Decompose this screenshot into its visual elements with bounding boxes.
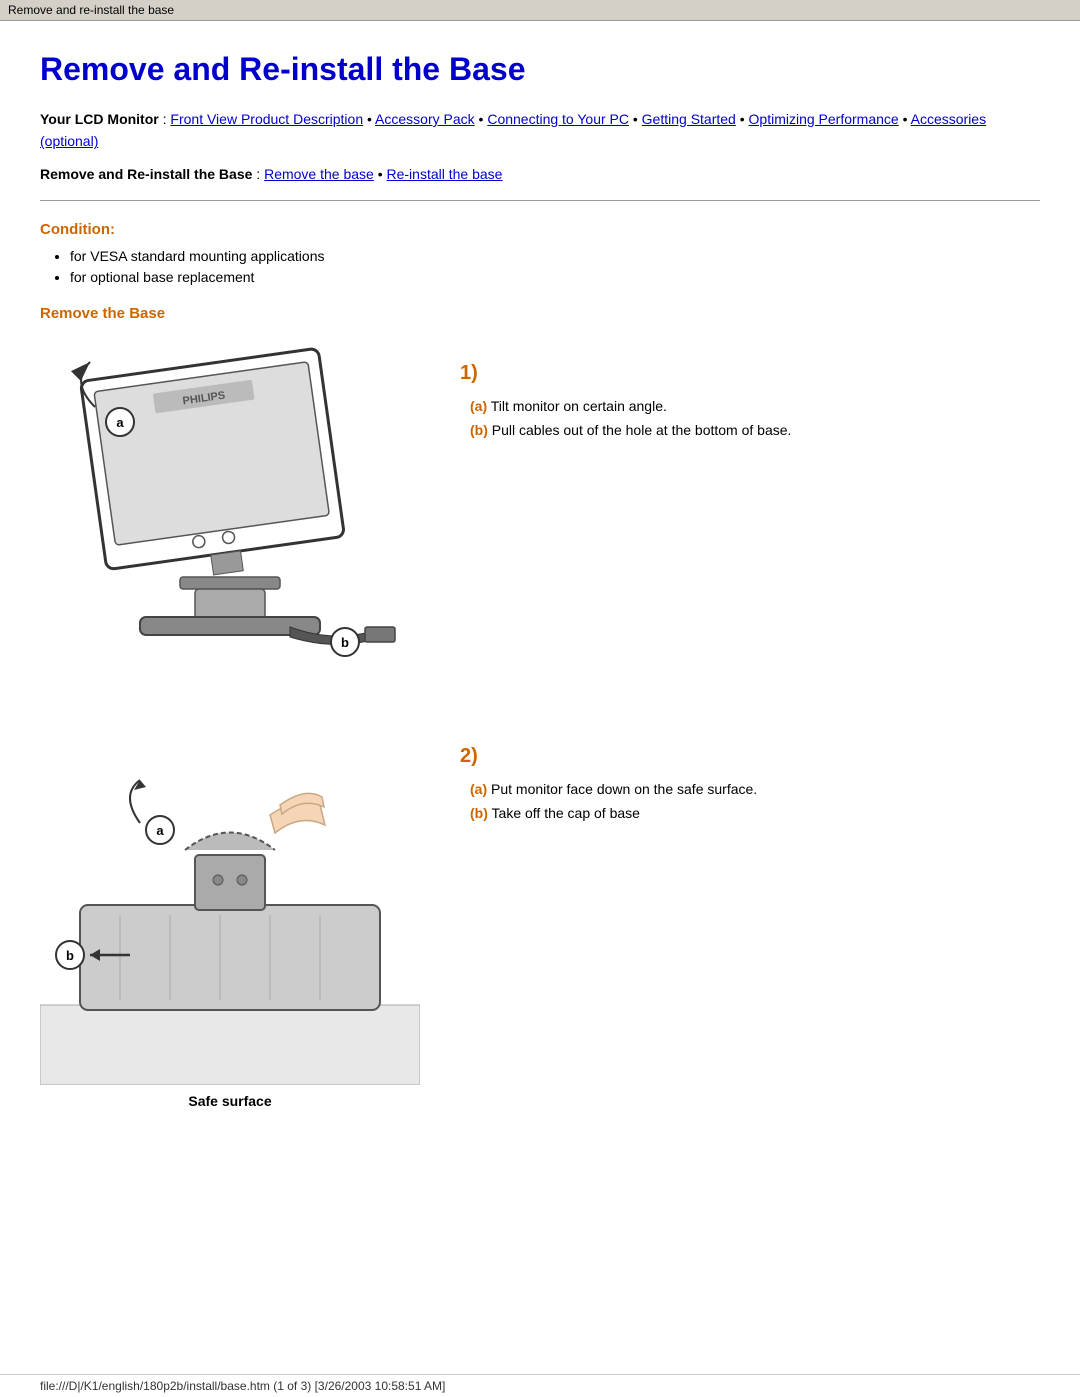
breadcrumb-link-accessory[interactable]: Accessory Pack [375,111,475,127]
horizontal-rule [40,200,1040,201]
section-link-remove[interactable]: Remove the base [264,166,374,182]
step-1-label-a: (a) [470,398,487,414]
breadcrumb-line2: Remove and Re-install the Base : Remove … [40,163,1040,185]
step-2-number: 2) [460,745,1040,768]
step-1-row: PHILIPS [40,342,1040,685]
condition-item-2: for optional base replacement [70,269,1040,285]
svg-text:b: b [66,948,74,963]
step-1-text-a: Tilt monitor on certain angle. [487,398,667,414]
condition-item-1: for VESA standard mounting applications [70,248,1040,264]
browser-bar: Remove and re-install the base [0,0,1080,21]
section-prefix: Remove and Re-install the Base [40,166,252,182]
condition-heading: Condition: [40,221,1040,238]
step-2-row: a b Safe surface 2) (a) Put monitor face… [40,725,1040,1109]
breadcrumb-line1: Your LCD Monitor : Front View Product De… [40,108,1040,153]
page-content: Remove and Re-install the Base Your LCD … [0,21,1080,1169]
step-1-text-b: Pull cables out of the hole at the botto… [488,422,792,438]
svg-text:b: b [341,635,349,650]
step-2-label-a: (a) [470,781,487,797]
footer-text: file:///D|/K1/english/180p2b/install/bas… [40,1379,445,1393]
step-2-desc: 2) (a) Put monitor face down on the safe… [460,725,1040,826]
base-removal-illustration: a b [40,725,420,1085]
step-2-text: (a) Put monitor face down on the safe su… [470,778,1040,826]
page-title: Remove and Re-install the Base [40,51,1040,88]
remove-base-heading: Remove the Base [40,305,1040,322]
step-1-number: 1) [460,362,1040,385]
breadcrumb-link-optimizing[interactable]: Optimizing Performance [749,111,899,127]
step-2-label-b: (b) [470,805,488,821]
step-1-text: (a) Tilt monitor on certain angle. (b) P… [470,395,1040,443]
svg-text:a: a [156,823,164,838]
step-2-text-b: Take off the cap of base [488,805,640,821]
steps-section: PHILIPS [40,342,1040,1109]
step-1-label-b: (b) [470,422,488,438]
breadcrumb-link-getting-started[interactable]: Getting Started [642,111,736,127]
monitor-illustration: PHILIPS [40,342,420,682]
footer: file:///D|/K1/english/180p2b/install/bas… [0,1374,1080,1397]
step-1-image: PHILIPS [40,342,420,685]
breadcrumb-prefix: Your LCD Monitor [40,111,159,127]
safe-surface-label: Safe surface [40,1093,420,1109]
step-1-desc: 1) (a) Tilt monitor on certain angle. (b… [460,342,1040,443]
breadcrumb-link-connecting[interactable]: Connecting to Your PC [487,111,629,127]
section-link-reinstall[interactable]: Re-install the base [387,166,503,182]
condition-list: for VESA standard mounting applications … [70,248,1040,285]
svg-text:a: a [116,415,124,430]
step-2-image: a b Safe surface [40,725,420,1109]
breadcrumb-link-front-view[interactable]: Front View Product Description [170,111,363,127]
step-2-text-a: Put monitor face down on the safe surfac… [487,781,757,797]
browser-bar-title: Remove and re-install the base [8,3,174,17]
